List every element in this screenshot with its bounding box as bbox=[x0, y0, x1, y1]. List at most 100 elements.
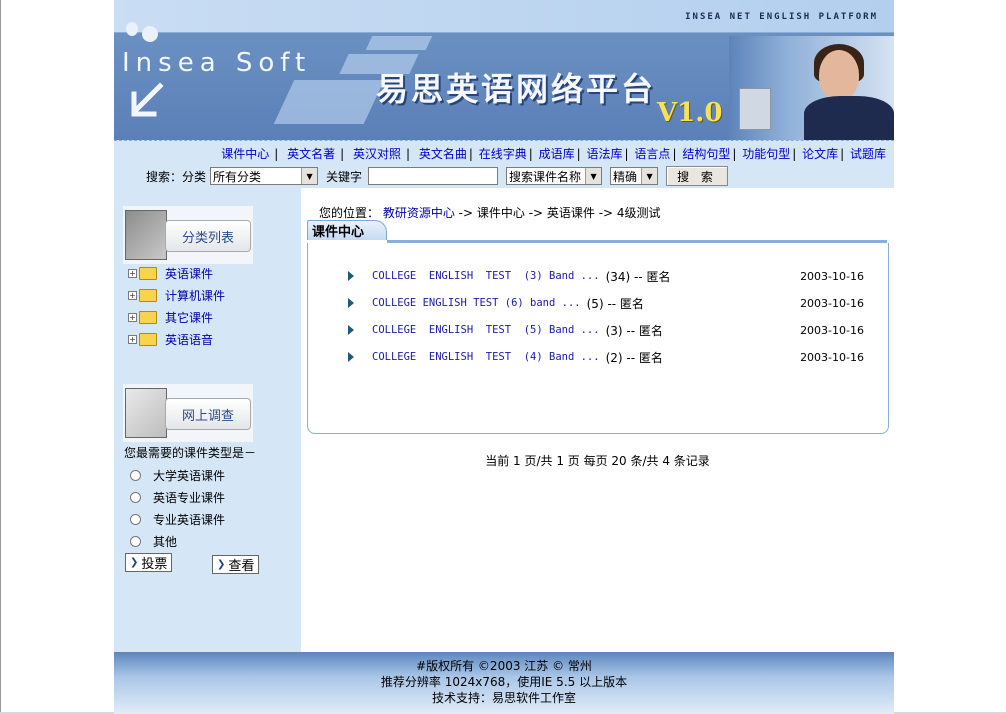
search-field-select[interactable]: 搜索课件名称 ▼ bbox=[506, 167, 603, 185]
decorative-tile bbox=[365, 36, 433, 50]
nav-bar: 课件中心 | 英文名著 | 英汉对照 | 英文名曲 | 在线字典 | 成语库 | 语法库 | … bbox=[114, 140, 894, 189]
menu-separator: | bbox=[576, 147, 581, 161]
book-icon bbox=[125, 210, 167, 260]
category-item-label[interactable]: 英语语音 bbox=[165, 331, 213, 348]
search-label: 搜索：分类 bbox=[146, 169, 207, 184]
menu-item-grammar[interactable]: 语法库 bbox=[587, 147, 623, 161]
match-mode-select-value: 精确 bbox=[613, 169, 638, 184]
menu-item-idioms[interactable]: 成语库 bbox=[539, 147, 575, 161]
radio-button[interactable] bbox=[130, 491, 141, 503]
footer-copyright: #版权所有 ©2003 江苏 © 常州 bbox=[416, 659, 592, 673]
menu-item-dictionary[interactable]: 在线字典 bbox=[479, 147, 527, 161]
menu-item-papers[interactable]: 论文库 bbox=[802, 147, 838, 161]
person-face bbox=[819, 50, 859, 100]
course-title-link[interactable]: COLLEGE ENGLISH TEST (4) Band ... bbox=[372, 351, 600, 363]
logo-dot-icon bbox=[142, 26, 158, 42]
category-item[interactable]: + 计算机课件 bbox=[128, 284, 288, 306]
menu-separator: | bbox=[340, 147, 345, 161]
menu-separator: | bbox=[672, 147, 677, 161]
category-item-label[interactable]: 其它课件 bbox=[165, 309, 213, 326]
menu-separator: | bbox=[840, 147, 845, 161]
version-label: V1.0 bbox=[657, 98, 723, 128]
main-menu: 课件中心 | 英文名著 | 英汉对照 | 英文名曲 | 在线字典 | 成语库 | 语法库 | … bbox=[221, 145, 886, 162]
survey-option[interactable]: 大学英语课件 bbox=[130, 465, 225, 485]
menu-item-function-patterns[interactable]: 功能句型 bbox=[742, 147, 790, 161]
course-row: COLLEGE ENGLISH TEST (3) Band ... (34) -… bbox=[348, 267, 864, 285]
brand-name: Insea Soft bbox=[122, 48, 312, 78]
breadcrumb: 您的位置： 教研资源中心 -> 课件中心 -> 英语课件 -> 4级测试 bbox=[319, 204, 661, 221]
survey-option[interactable]: 英语专业课件 bbox=[130, 487, 225, 507]
category-list-header: 分类列表 bbox=[123, 206, 253, 264]
category-item[interactable]: + 其它课件 bbox=[128, 306, 288, 328]
breadcrumb-path: -> 课件中心 -> 英语课件 -> 4级测试 bbox=[454, 206, 661, 220]
footer: #版权所有 ©2003 江苏 © 常州 推荐分辨率 1024x768，使用IE … bbox=[114, 652, 894, 714]
window-left-border bbox=[0, 0, 1, 714]
course-title-link[interactable]: COLLEGE ENGLISH TEST (5) Band ... bbox=[372, 324, 600, 336]
folder-icon bbox=[139, 266, 157, 280]
view-results-button[interactable]: ❯ 查看 bbox=[212, 555, 260, 574]
course-title-link[interactable]: COLLEGE ENGLISH TEST (6) band ... bbox=[372, 297, 581, 309]
survey-option[interactable]: 专业英语课件 bbox=[130, 509, 225, 529]
chevron-down-icon: ▼ bbox=[301, 168, 318, 184]
view-results-button-label: 查看 bbox=[228, 559, 255, 574]
radio-button[interactable] bbox=[130, 513, 141, 525]
category-item[interactable]: + 英语课件 bbox=[128, 262, 288, 284]
bullet-arrow-icon bbox=[348, 298, 354, 308]
category-select-value: 所有分类 bbox=[213, 169, 262, 184]
survey-option-label: 大学英语课件 bbox=[153, 468, 226, 483]
menu-item-courseware[interactable]: 课件中心 bbox=[221, 147, 269, 161]
course-meta: (34) -- 匿名 bbox=[605, 269, 671, 284]
radio-button[interactable] bbox=[130, 535, 141, 547]
course-meta: (3) -- 匿名 bbox=[605, 323, 663, 338]
pagination-info: 当前 1 页/共 1 页 每页 20 条/共 4 条记录 bbox=[485, 454, 710, 468]
vote-button[interactable]: ❯ 投票 bbox=[125, 553, 173, 572]
course-list-panel: COLLEGE ENGLISH TEST (3) Band ... (34) -… bbox=[307, 243, 889, 434]
survey-title: 网上调查 bbox=[165, 398, 251, 430]
sidebar: 分类列表 + 英语课件 + 计算机课件 + 其它课件 + 英语语音 网上调查 您… bbox=[114, 188, 301, 652]
course-row: COLLEGE ENGLISH TEST (4) Band ... (2) --… bbox=[348, 348, 864, 366]
match-mode-select[interactable]: 精确 ▼ bbox=[610, 167, 659, 185]
category-list-title: 分类列表 bbox=[165, 220, 251, 252]
radio-button[interactable] bbox=[130, 469, 141, 481]
expand-icon[interactable]: + bbox=[128, 312, 137, 322]
breadcrumb-prefix: 您的位置： bbox=[319, 206, 380, 220]
survey-option-label: 其他 bbox=[153, 534, 178, 549]
vote-button-label: 投票 bbox=[141, 557, 168, 572]
expand-icon[interactable]: + bbox=[128, 334, 137, 344]
main-content: 您的位置： 教研资源中心 -> 课件中心 -> 英语课件 -> 4级测试 课件中… bbox=[301, 188, 894, 652]
platform-tag: INSEA NET ENGLISH PLATFORM bbox=[685, 12, 878, 22]
category-item-label[interactable]: 英语课件 bbox=[165, 265, 213, 282]
course-date: 2003-10-16 bbox=[800, 269, 864, 283]
menu-item-bilingual[interactable]: 英汉对照 bbox=[353, 147, 401, 161]
chevron-right-icon: ❯ bbox=[217, 559, 226, 570]
survey-question: 您最需要的课件类型是－ bbox=[124, 446, 257, 460]
decorative-tile bbox=[273, 80, 385, 124]
menu-item-songs[interactable]: 英文名曲 bbox=[419, 147, 467, 161]
menu-separator: | bbox=[468, 147, 473, 161]
footer-resolution: 推荐分辨率 1024x768，使用IE 5.5 以上版本 bbox=[380, 675, 628, 689]
search-button[interactable]: 搜 索 bbox=[666, 166, 729, 186]
menu-item-structure-patterns[interactable]: 结构句型 bbox=[682, 147, 730, 161]
chevron-right-icon: ❯ bbox=[130, 557, 139, 568]
keyword-label: 关键字 bbox=[326, 169, 363, 184]
expand-icon[interactable]: + bbox=[128, 268, 137, 278]
menu-item-question-bank[interactable]: 试题库 bbox=[850, 147, 886, 161]
menu-separator: | bbox=[405, 147, 411, 161]
survey-option[interactable]: 其他 bbox=[130, 531, 177, 551]
folder-icon bbox=[139, 288, 157, 302]
course-title-link[interactable]: COLLEGE ENGLISH TEST (3) Band ... bbox=[372, 270, 600, 282]
course-row: COLLEGE ENGLISH TEST (6) band ... (5) --… bbox=[348, 294, 864, 312]
category-select[interactable]: 所有分类 ▼ bbox=[210, 167, 319, 185]
site-title: 易思英语网络平台 bbox=[376, 70, 657, 108]
page-container: INSEA NET ENGLISH PLATFORM Insea Soft 易思… bbox=[114, 0, 894, 714]
expand-icon[interactable]: + bbox=[128, 290, 137, 300]
menu-item-classics[interactable]: 英文名著 bbox=[287, 147, 335, 161]
category-item[interactable]: + 英语语音 bbox=[128, 328, 288, 350]
keyword-input[interactable] bbox=[368, 167, 499, 185]
menu-item-language-points[interactable]: 语言点 bbox=[634, 147, 670, 161]
category-item-label[interactable]: 计算机课件 bbox=[165, 287, 225, 304]
menu-separator: | bbox=[792, 147, 797, 161]
breadcrumb-root-link[interactable]: 教研资源中心 bbox=[383, 206, 455, 220]
arrow-down-left-icon bbox=[131, 82, 164, 117]
category-tree: + 英语课件 + 计算机课件 + 其它课件 + 英语语音 bbox=[128, 262, 288, 350]
